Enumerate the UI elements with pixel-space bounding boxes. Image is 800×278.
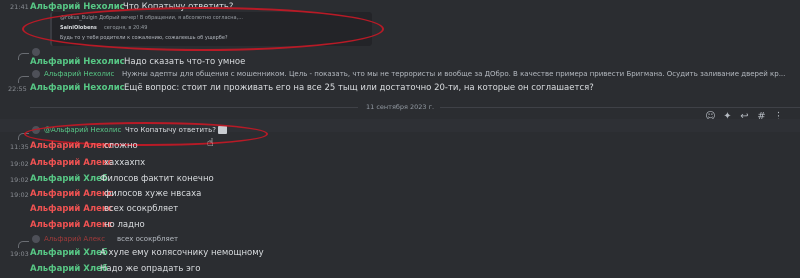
- message-text: Надо сказать что-то умное: [124, 57, 246, 67]
- author-name[interactable]: Альфарий Хлеб: [30, 248, 108, 258]
- embed-header: @Fokus_Bulgin Добрый вечер! В обращении,…: [60, 15, 243, 21]
- message-text: всех осокрбляет: [104, 204, 179, 214]
- message-text: но ладно: [104, 220, 145, 230]
- timestamp: 21:41: [10, 3, 29, 11]
- message-text: сложно: [104, 141, 138, 151]
- divider-line: [440, 107, 800, 108]
- author-name[interactable]: Альфарий Хлеб: [30, 174, 108, 184]
- author-name[interactable]: Альфарий Алекс: [30, 141, 113, 151]
- reply-preview[interactable]: Что Копатычу ответить?: [125, 126, 227, 134]
- mouse-cursor-icon: ☝: [207, 136, 214, 149]
- embed-card: @Fokus_Bulgin Добрый вечер! В обращении,…: [50, 12, 372, 46]
- timestamp: 11:35: [10, 143, 29, 151]
- message-text: филосов хуже нвсаха: [104, 189, 202, 199]
- message-text: Что Копатычу ответить?: [123, 2, 234, 12]
- author-name[interactable]: Альфарий Нехолис: [30, 2, 125, 12]
- reply-connector: [18, 133, 29, 140]
- reply-connector: [18, 241, 29, 248]
- author-name[interactable]: Альфарий Алекс: [30, 158, 113, 168]
- message-text: хаххахпх: [104, 158, 146, 168]
- timestamp: 19:02: [10, 160, 29, 168]
- author-name[interactable]: Альфарий Алекс: [30, 189, 113, 199]
- embed-meta: сегодня, в 20:49: [104, 25, 148, 31]
- author-name[interactable]: Альфарий Алекс: [30, 204, 113, 214]
- timestamp: 19:03: [10, 250, 29, 258]
- embed-body: Будь то у тебя родители к сожалению, сож…: [60, 35, 228, 41]
- author-name[interactable]: Альфарий Нехолис: [30, 83, 125, 93]
- reply-preview[interactable]: Нужны адепты для общения с мошенником. Ц…: [122, 70, 785, 78]
- timestamp: 22:55: [8, 85, 27, 93]
- reply-author[interactable]: Альфарий Алекс: [44, 235, 105, 243]
- reply-author[interactable]: @Альфарий Нехолис: [44, 126, 121, 134]
- image-icon: [217, 126, 227, 134]
- reply-connector: [18, 53, 29, 60]
- avatar: [32, 126, 40, 134]
- message-text: А хуле ему колясочнику немощному: [100, 248, 264, 258]
- divider-line: [30, 107, 358, 108]
- author-name[interactable]: Альфарий Алекс: [30, 220, 113, 230]
- reply-text: Что Копатычу ответить?: [125, 126, 216, 134]
- reply-author[interactable]: Альфарий Нехолис: [44, 70, 114, 78]
- message-text: Надо же опрадать эго: [100, 264, 201, 274]
- message-text: Ещё вопрос: стоит ли проживать его на вс…: [124, 83, 594, 93]
- timestamp: 19:02: [10, 191, 29, 199]
- date-divider: 11 сентября 2023 г.: [366, 103, 435, 111]
- embed-user: SainiOlobens: [60, 25, 97, 31]
- author-name[interactable]: Альфарий Нехолис: [30, 57, 125, 67]
- message-text: Филосов фактит конечно: [100, 174, 214, 184]
- author-name[interactable]: Альфарий Хлеб: [30, 264, 108, 274]
- reply-preview[interactable]: всех осокрбляет: [117, 235, 178, 243]
- avatar: [32, 48, 40, 56]
- timestamp: 19:02: [10, 176, 29, 184]
- avatar: [32, 235, 40, 243]
- reply-connector: [18, 76, 29, 83]
- avatar: [32, 70, 40, 78]
